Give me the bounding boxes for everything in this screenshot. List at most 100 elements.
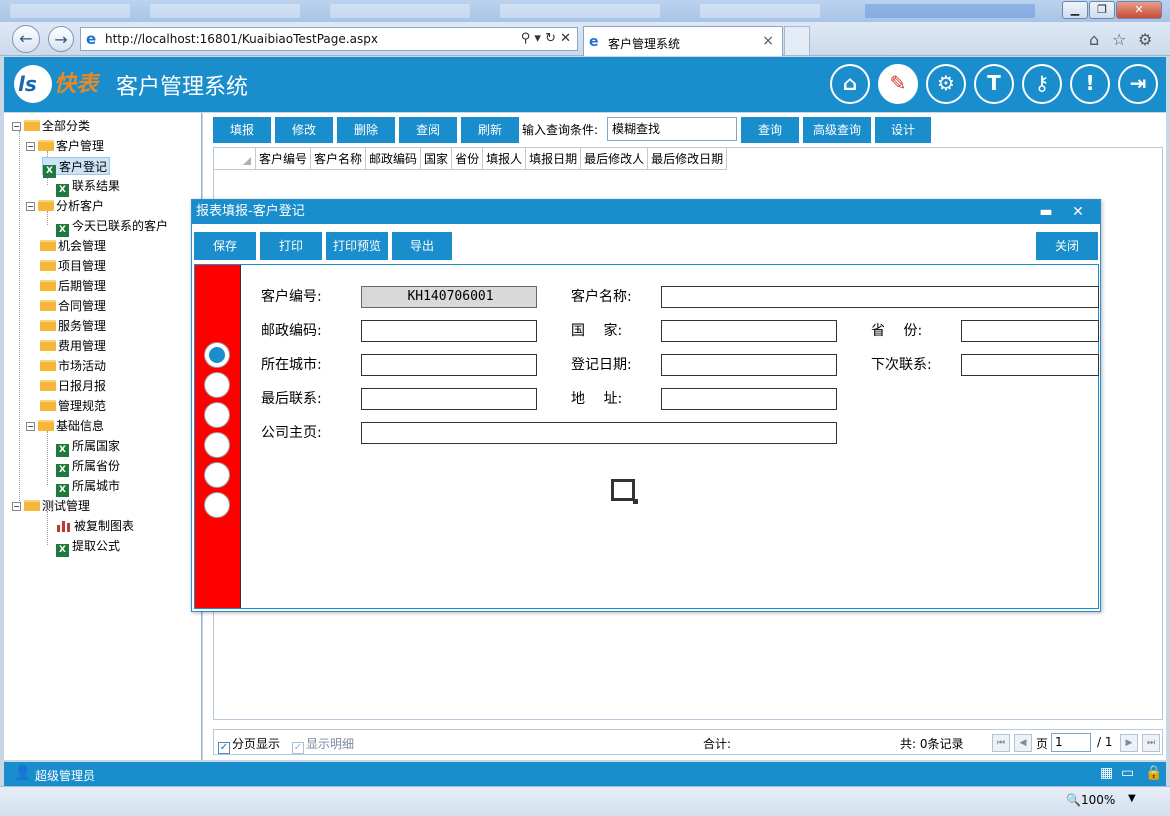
tree-group-test[interactable]: − 测试管理 [12,497,90,515]
modify-button[interactable]: 修改 [275,117,333,143]
column-header[interactable]: 邮政编码 [366,148,422,170]
last-contact-field[interactable] [361,388,537,410]
search-refresh-icon[interactable]: ⚲ ▾ ↻ ✕ [521,31,571,46]
tree-item-contacted-today[interactable]: X 今天已联系的客户 [56,217,168,237]
tree-item-customer-register[interactable]: X 客户登记 [42,157,111,178]
zoom-dropdown-icon[interactable]: ▼ [1128,793,1136,804]
monitor-icon[interactable]: ▭ [1121,765,1134,781]
fill-button[interactable]: 填报 [213,117,271,143]
address-url[interactable]: http://localhost:16801/KuaibiaoTestPage.… [105,32,378,46]
tab-close-icon[interactable]: × [762,33,774,49]
dialog-minimize-icon[interactable]: ▬ [1036,200,1056,224]
export-button[interactable]: 导出 [392,232,452,260]
country-field[interactable] [661,320,837,342]
detail-checkbox[interactable]: ✓ 显示明细 [292,735,354,754]
shirt-icon[interactable]: T [974,64,1014,104]
dialog-close-icon[interactable]: ✕ [1068,200,1088,224]
tree-root[interactable]: − 全部分类 [12,117,90,135]
last-page-button[interactable]: ⏭ [1142,734,1160,752]
tree-group-service[interactable]: 服务管理 [40,317,106,335]
tree-group-analysis[interactable]: − 分析客户 [26,197,104,215]
column-header[interactable]: 最后修改人 [581,148,649,170]
city-field[interactable] [361,354,537,376]
query-input[interactable]: 模糊查找 [607,117,737,141]
minimize-window-button[interactable]: ▁ [1062,1,1088,19]
advanced-search-button[interactable]: 高级查询 [803,117,871,143]
collapse-icon[interactable]: − [12,122,21,131]
tree-group-reports[interactable]: 日报月报 [40,377,106,395]
close-window-button[interactable]: ✕ [1116,1,1162,19]
key-icon[interactable]: ⚷ [1022,64,1062,104]
column-header[interactable]: 国家 [421,148,453,170]
column-header[interactable]: 填报日期 [526,148,582,170]
zoom-level[interactable]: 🔍100% [1066,793,1115,807]
new-tab-button[interactable] [784,26,810,56]
tree-item-extract-formula[interactable]: X 提取公式 [56,537,120,557]
next-page-button[interactable]: ▶ [1120,734,1138,752]
grid-corner[interactable] [214,148,256,170]
tools-gear-icon[interactable]: ⚙ [1138,30,1152,49]
home-icon[interactable]: ⌂ [830,64,870,104]
tree-item-contact-result[interactable]: X 联系结果 [56,177,120,197]
grid-apps-icon[interactable]: ▦ [1100,765,1113,781]
tree-item-province[interactable]: X 所属省份 [56,457,120,477]
sheet-radio-1[interactable] [204,342,230,368]
sheet-radio-2[interactable] [204,372,230,398]
province-field[interactable] [961,320,1099,342]
column-header[interactable]: 客户编号 [256,148,312,170]
back-button[interactable]: ← [12,25,40,53]
save-button[interactable]: 保存 [194,232,256,260]
tree-group-project[interactable]: 项目管理 [40,257,106,275]
prev-page-button[interactable]: ◀ [1014,734,1032,752]
home-icon[interactable]: ⌂ [1089,30,1099,49]
postal-code-field[interactable] [361,320,537,342]
tree-item-copied-chart[interactable]: 被复制图表 [56,517,134,535]
favorites-star-icon[interactable]: ☆ [1112,30,1126,49]
collapse-icon[interactable]: − [12,502,21,511]
first-page-button[interactable]: ⏮ [992,734,1010,752]
address-bar[interactable]: e http://localhost:16801/KuaibiaoTestPag… [80,27,578,51]
customer-name-field[interactable] [661,286,1099,308]
column-header[interactable]: 最后修改日期 [648,148,728,170]
register-date-field[interactable] [661,354,837,376]
address-field[interactable] [661,388,837,410]
lock-icon[interactable]: 🔒 [1145,765,1162,781]
close-button[interactable]: 关闭 [1036,232,1098,260]
delete-button[interactable]: 删除 [337,117,395,143]
column-header[interactable]: 客户名称 [311,148,367,170]
dialog-title[interactable]: 报表填报-客户登记 [192,200,1100,224]
tree-group-rules[interactable]: 管理规范 [40,397,106,415]
exit-icon[interactable]: ⇥ [1118,64,1158,104]
view-button[interactable]: 查阅 [399,117,457,143]
tree-group-later[interactable]: 后期管理 [40,277,106,295]
tree-group-marketing[interactable]: 市场活动 [40,357,106,375]
tree-group-opportunity[interactable]: 机会管理 [40,237,106,255]
tree-group-basic[interactable]: − 基础信息 [26,417,104,435]
next-contact-field[interactable] [961,354,1099,376]
sheet-radio-3[interactable] [204,402,230,428]
paging-checkbox[interactable]: ✓ 分页显示 [218,735,280,754]
edit-report-icon[interactable]: ✎ [878,64,918,104]
resize-handle-icon[interactable] [611,479,638,504]
alert-icon[interactable]: ! [1070,64,1110,104]
column-header[interactable]: 省份 [452,148,484,170]
page-number-input[interactable]: 1 [1051,733,1091,752]
print-button[interactable]: 打印 [260,232,322,260]
search-button[interactable]: 查询 [741,117,799,143]
sheet-radio-4[interactable] [204,432,230,458]
collapse-icon[interactable]: − [26,202,35,211]
browser-tab-active[interactable]: e 客户管理系统 × [583,26,783,56]
sheet-radio-6[interactable] [204,492,230,518]
tree-group-expense[interactable]: 费用管理 [40,337,106,355]
sheet-radio-5[interactable] [204,462,230,488]
refresh-button[interactable]: 刷新 [461,117,519,143]
homepage-field[interactable] [361,422,837,444]
gear-icon[interactable]: ⚙ [926,64,966,104]
tree-item-country[interactable]: X 所属国家 [56,437,120,457]
collapse-icon[interactable]: − [26,142,35,151]
forward-button[interactable]: → [48,26,74,52]
collapse-icon[interactable]: − [26,422,35,431]
column-header[interactable]: 填报人 [483,148,527,170]
design-button[interactable]: 设计 [875,117,931,143]
tree-group-customer[interactable]: − 客户管理 [26,137,104,155]
